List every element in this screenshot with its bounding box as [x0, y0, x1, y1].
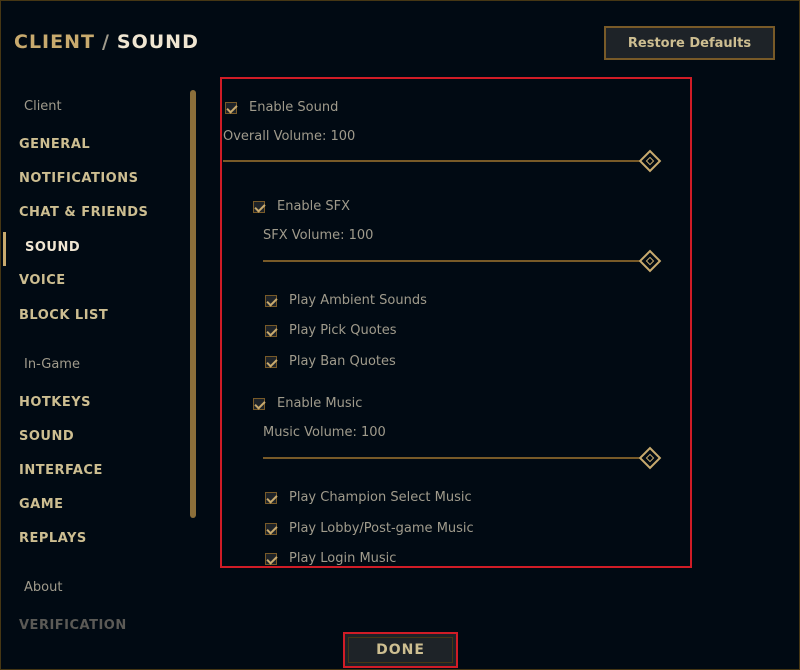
sidebar-item-block-list[interactable]: BLOCK LIST [19, 308, 108, 323]
sidebar-group-client: Client [24, 99, 62, 114]
overall-volume-label: Overall Volume: 100 [223, 129, 356, 144]
checkbox-checked-icon [265, 491, 277, 504]
sidebar-item-verification[interactable]: VERIFICATION [19, 618, 127, 633]
sfx-volume-track[interactable] [263, 260, 643, 262]
login-music-checkbox[interactable]: Play Login Music [265, 551, 396, 566]
enable-music-checkbox[interactable]: Enable Music [253, 396, 362, 411]
sidebar-item-chat-friends[interactable]: CHAT & FRIENDS [19, 205, 148, 220]
checkbox-checked-icon [265, 355, 277, 368]
page-title: CLIENT / SOUND [14, 31, 199, 53]
enable-sfx-label: Enable SFX [277, 199, 351, 214]
ambient-sounds-checkbox[interactable]: Play Ambient Sounds [265, 293, 427, 308]
active-indicator [3, 232, 6, 266]
sidebar-item-notifications[interactable]: NOTIFICATIONS [19, 171, 138, 186]
enable-sound-label: Enable Sound [249, 100, 339, 115]
ambient-sounds-label: Play Ambient Sounds [289, 293, 427, 308]
overall-volume-track[interactable] [223, 160, 643, 162]
lobby-music-label: Play Lobby/Post-game Music [289, 521, 474, 536]
sidebar-item-replays[interactable]: REPLAYS [19, 531, 87, 546]
checkbox-checked-icon [265, 324, 277, 337]
done-button-label: DONE [376, 642, 425, 658]
music-volume-track[interactable] [263, 457, 643, 459]
checkbox-checked-icon [253, 397, 265, 410]
checkbox-checked-icon [265, 522, 277, 535]
title-current: SOUND [116, 31, 199, 53]
sidebar-item-sound[interactable]: SOUND [25, 240, 80, 255]
checkbox-checked-icon [265, 552, 277, 565]
enable-music-label: Enable Music [277, 396, 363, 411]
sidebar-item-voice[interactable]: VOICE [19, 273, 66, 288]
sidebar-item-general[interactable]: GENERAL [19, 137, 90, 152]
sidebar-item-interface[interactable]: INTERFACE [19, 463, 103, 478]
sfx-volume-label: SFX Volume: 100 [263, 228, 374, 243]
champion-select-music-checkbox[interactable]: Play Champion Select Music [265, 490, 472, 505]
lobby-music-checkbox[interactable]: Play Lobby/Post-game Music [265, 521, 474, 536]
sidebar-item-game[interactable]: GAME [19, 497, 64, 512]
sidebar-item-hotkeys[interactable]: HOTKEYS [19, 395, 91, 410]
music-volume-label: Music Volume: 100 [263, 425, 386, 440]
checkbox-checked-icon [253, 200, 265, 213]
pick-quotes-checkbox[interactable]: Play Pick Quotes [265, 323, 397, 338]
restore-defaults-button[interactable]: Restore Defaults [604, 26, 775, 60]
sidebar-group-about: About [24, 580, 63, 595]
login-music-label: Play Login Music [289, 551, 397, 566]
checkbox-checked-icon [265, 294, 277, 307]
enable-sfx-checkbox[interactable]: Enable SFX [253, 199, 350, 214]
enable-sound-checkbox[interactable]: Enable Sound [225, 100, 338, 115]
sidebar-scrollbar[interactable] [190, 90, 196, 518]
done-button[interactable]: DONE [343, 632, 458, 668]
sidebar-item-ingame-sound[interactable]: SOUND [19, 429, 74, 444]
ban-quotes-label: Play Ban Quotes [289, 354, 396, 369]
ban-quotes-checkbox[interactable]: Play Ban Quotes [265, 354, 396, 369]
title-section: CLIENT [14, 31, 95, 53]
champion-select-music-label: Play Champion Select Music [289, 490, 472, 505]
checkbox-checked-icon [225, 101, 237, 114]
title-separator: / [101, 31, 110, 53]
sidebar-group-in-game: In-Game [24, 357, 80, 372]
pick-quotes-label: Play Pick Quotes [289, 323, 397, 338]
